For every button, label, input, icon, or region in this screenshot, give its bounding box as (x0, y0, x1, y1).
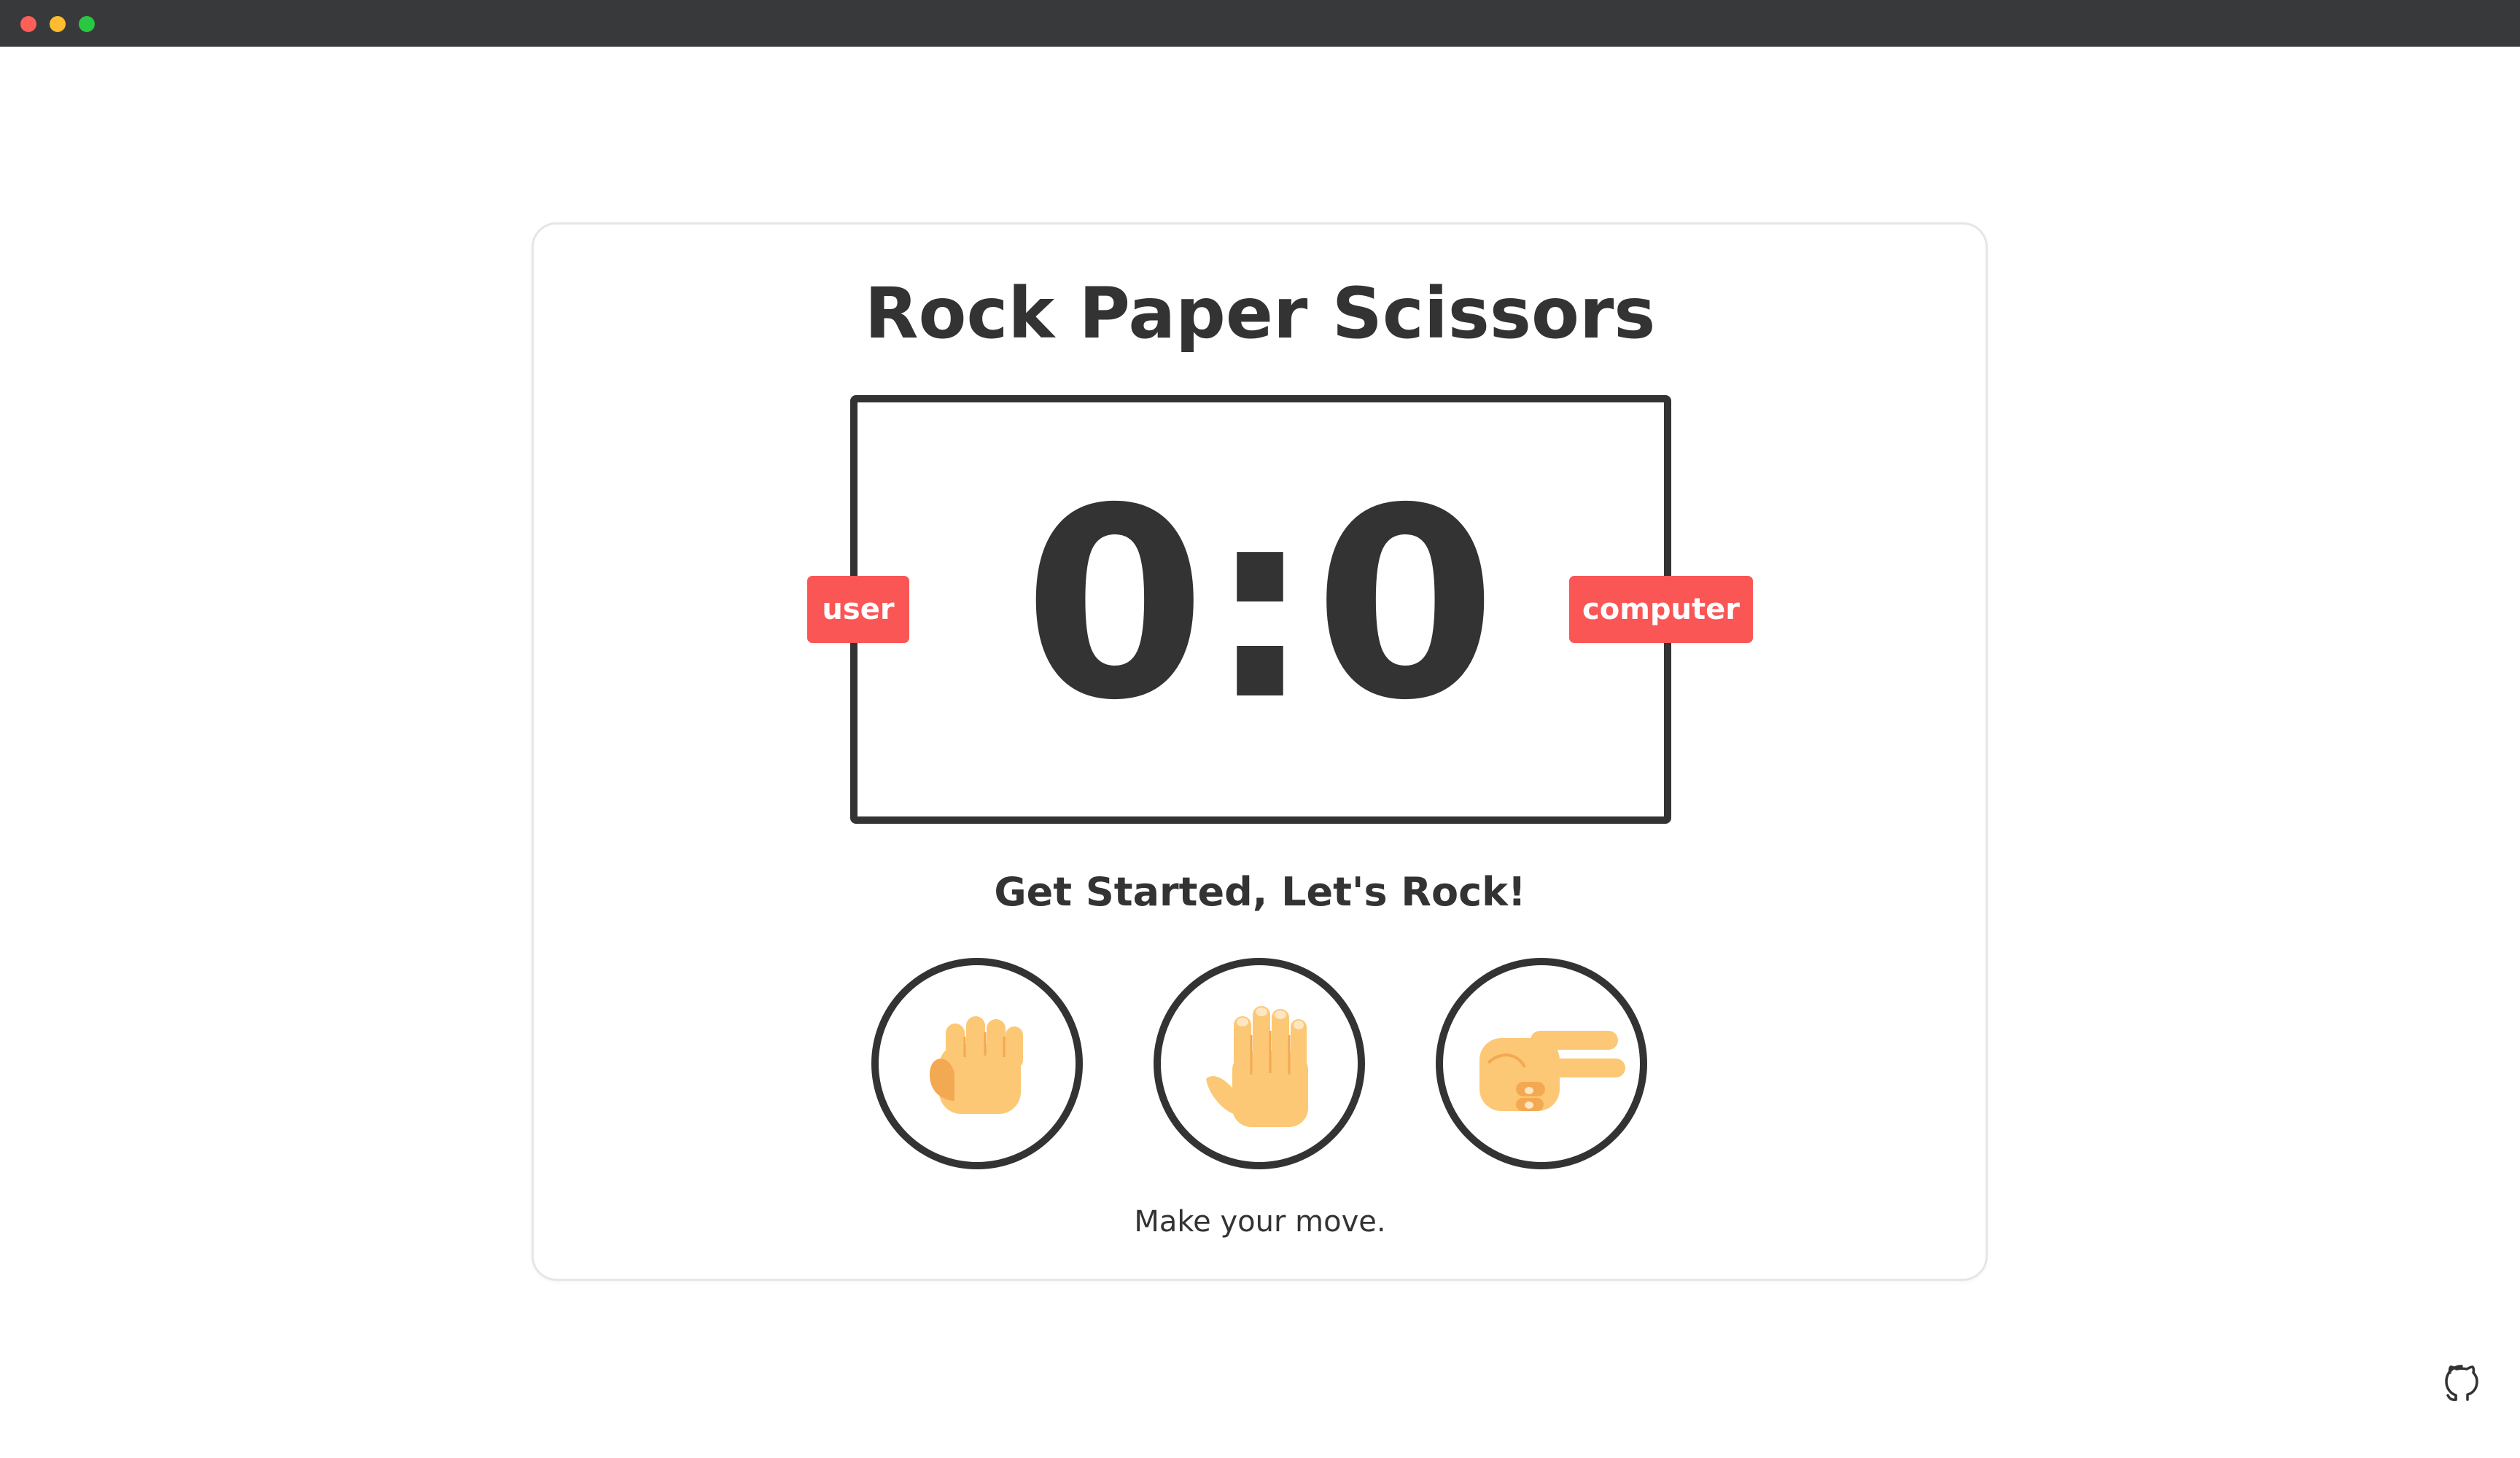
github-icon (2445, 1365, 2478, 1401)
page-title: Rock Paper Scissors (864, 273, 1656, 354)
fist-hand-icon (930, 1016, 1023, 1114)
github-link[interactable] (2441, 1362, 2482, 1406)
scissors-button[interactable] (1436, 958, 1647, 1169)
raised-hand-icon (1206, 1006, 1308, 1127)
paper-button[interactable] (1154, 958, 1365, 1169)
score-display: 0:0 (1023, 452, 1498, 757)
rock-button[interactable] (871, 958, 1083, 1169)
user-badge: user (807, 576, 909, 643)
action-message: Make your move. (1134, 1205, 1386, 1239)
window-titlebar (0, 0, 2520, 47)
window-minimize-button[interactable] (50, 16, 66, 32)
victory-hand-icon (1479, 1031, 1625, 1111)
window-close-button[interactable] (20, 16, 36, 32)
result-message: Get Started, Let's Rock! (994, 869, 1526, 915)
window-maximize-button[interactable] (79, 16, 95, 32)
computer-badge: computer (1569, 576, 1753, 643)
